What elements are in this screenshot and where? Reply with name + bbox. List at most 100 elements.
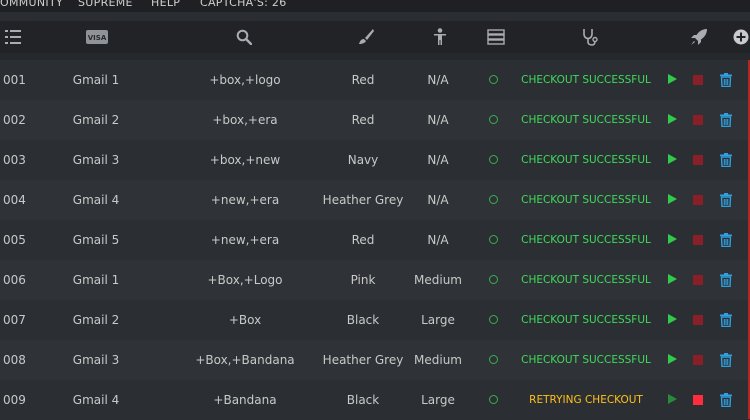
task-account: Gmail 3 [72,153,120,167]
task-id: 006 [3,273,26,287]
task-size: Large [421,393,455,407]
stop-icon[interactable] [693,395,703,405]
task-color: Red [351,73,375,87]
task-keywords: +box,+logo [209,73,281,87]
size-person-icon[interactable] [430,21,450,53]
task-status: CHECKOUT SUCCESSFUL [521,354,651,366]
trash-icon[interactable] [720,73,732,90]
table-row[interactable]: 002 Gmail 2 +box,+era Red N/A CHECKOUT SUCCES… [0,100,748,140]
task-account: Gmail 5 [72,233,120,247]
task-account: Gmail 2 [72,113,120,127]
table-row[interactable]: 008 Gmail 3 +Box,+Bandana Heather Grey Mediu… [0,340,748,380]
search-icon[interactable] [234,21,254,53]
list-icon[interactable] [0,21,26,53]
proxy-status-icon [489,355,498,364]
trash-icon[interactable] [720,353,732,370]
task-id: 005 [3,233,26,247]
task-id: 003 [3,153,26,167]
stop-icon[interactable] [693,195,703,205]
stop-icon[interactable] [693,275,703,285]
task-account: Gmail 4 [72,193,120,207]
trash-icon[interactable] [720,273,732,290]
stop-icon[interactable] [693,75,703,85]
play-icon[interactable] [668,234,677,244]
task-keywords: +new,+era [210,193,280,207]
task-status: CHECKOUT SUCCESSFUL [521,234,651,246]
task-account: Gmail 4 [72,393,120,407]
task-id: 007 [3,313,26,327]
play-icon[interactable] [668,154,677,164]
task-color: Heather Grey [322,193,404,207]
stop-icon[interactable] [693,235,703,245]
captcha-counter[interactable]: CAPTCHA'S: 26 [200,0,287,10]
card-label: VISA [88,34,107,42]
stop-icon[interactable] [693,315,703,325]
stop-icon[interactable] [693,355,703,365]
table-row[interactable]: 006 Gmail 1 +Box,+Logo Pink Medium CHECKOUT S… [0,260,748,300]
task-color: Black [346,393,380,407]
nav-community[interactable]: COMMUNITY [0,0,63,10]
table-row[interactable]: 004 Gmail 4 +new,+era Heather Grey N/A CHECKO… [0,180,748,220]
task-account: Gmail 2 [72,313,120,327]
stop-icon[interactable] [693,115,703,125]
table-row[interactable]: 001 Gmail 1 +box,+logo Red N/A CHECKOUT SUCCE… [0,60,748,100]
task-keywords: +box,+new [209,153,281,167]
nav-supreme[interactable]: SUPREME [78,0,133,10]
brush-icon[interactable] [356,21,376,53]
proxy-status-icon [489,275,498,284]
task-table: 001 Gmail 1 +box,+logo Red N/A CHECKOUT SUCCE… [0,60,748,420]
task-size: N/A [427,73,449,87]
card-icon[interactable]: VISA [84,21,110,53]
play-icon[interactable] [668,394,677,404]
proxy-status-icon [489,115,498,124]
trash-icon[interactable] [720,193,732,210]
trash-icon[interactable] [720,393,732,410]
task-size: N/A [427,233,449,247]
play-icon[interactable] [668,194,677,204]
top-nav: COMMUNITY SUPREME HELP CAPTCHA'S: 26 [0,0,750,12]
nav-help[interactable]: HELP [151,0,180,10]
task-status: CHECKOUT SUCCESSFUL [521,74,651,86]
stethoscope-icon[interactable] [580,21,600,53]
play-icon[interactable] [668,354,677,364]
task-account: Gmail 1 [72,273,120,287]
task-status: RETRYING CHECKOUT [529,394,643,406]
task-color: Pink [350,273,376,287]
play-icon[interactable] [668,74,677,84]
task-color: Heather Grey [322,353,404,367]
trash-icon[interactable] [720,153,732,170]
task-id: 008 [3,353,26,367]
task-color: Black [346,313,380,327]
task-size: Medium [414,353,462,367]
play-icon[interactable] [668,314,677,324]
task-size: N/A [427,153,449,167]
table-row[interactable]: 005 Gmail 5 +new,+era Red N/A CHECKOUT SUCCES… [0,220,748,260]
task-keywords: +Box,+Logo [207,273,283,287]
task-id: 009 [3,393,26,407]
task-size: N/A [427,193,449,207]
table-row[interactable]: 009 Gmail 4 +Bandana Black Large RETRYING CHE… [0,380,748,420]
trash-icon[interactable] [720,313,732,330]
task-account: Gmail 3 [72,353,120,367]
add-icon[interactable] [732,21,750,53]
task-status: CHECKOUT SUCCESSFUL [521,114,651,126]
table-header: VISA [0,21,750,53]
task-keywords: +Bandana [213,393,277,407]
task-status: CHECKOUT SUCCESSFUL [521,194,651,206]
task-keywords: +new,+era [210,233,280,247]
play-icon[interactable] [668,114,677,124]
table-row[interactable]: 007 Gmail 2 +Box Black Large CHECKOUT SUCCESS… [0,300,748,340]
trash-icon[interactable] [720,113,732,130]
rocket-icon[interactable] [689,21,709,53]
play-icon[interactable] [668,274,677,284]
table-row[interactable]: 003 Gmail 3 +box,+new Navy N/A CHECKOUT SUCCE… [0,140,748,180]
proxy-status-icon [489,315,498,324]
stop-icon[interactable] [693,155,703,165]
proxy-status-icon [489,75,498,84]
server-icon[interactable] [486,21,506,53]
trash-icon[interactable] [720,233,732,250]
task-color: Red [351,113,375,127]
task-status: CHECKOUT SUCCESSFUL [521,274,651,286]
task-id: 001 [3,73,26,87]
task-account: Gmail 1 [72,73,120,87]
